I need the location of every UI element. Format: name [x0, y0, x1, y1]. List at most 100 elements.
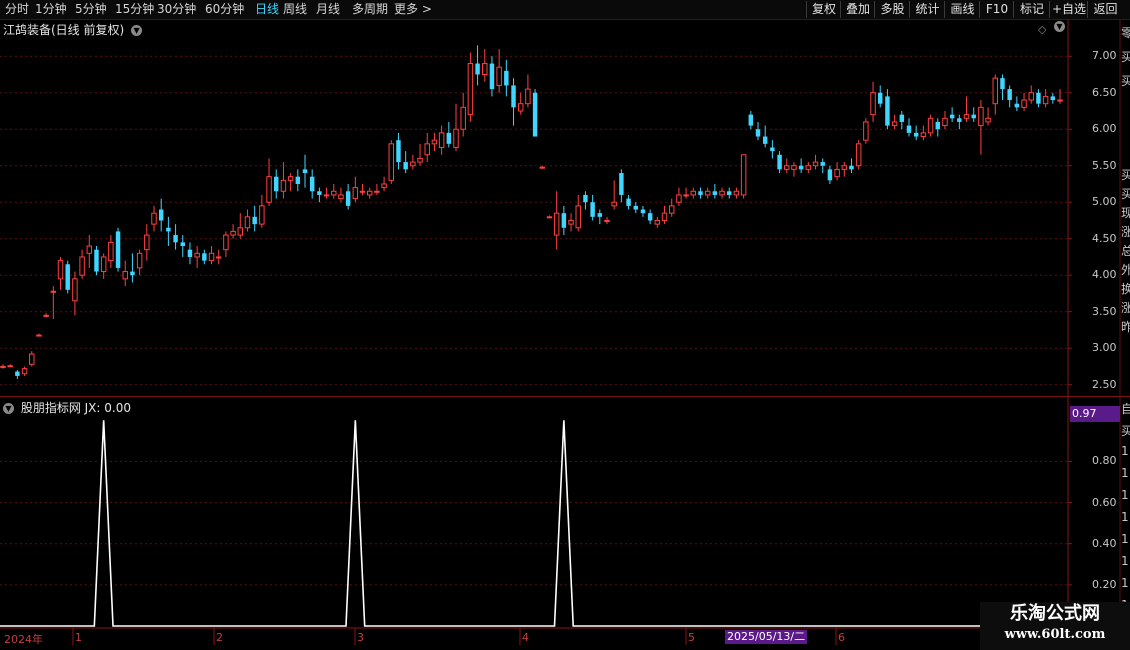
candle-92: [661, 205, 668, 225]
indicator-y-label-1: 0.60: [1092, 495, 1117, 509]
candle-30: [215, 249, 222, 265]
candle-body-19: [136, 252, 143, 269]
main-y-label-0: 7.00: [1092, 49, 1117, 63]
candle-body-95: [683, 194, 689, 197]
candle-113: [812, 154, 819, 170]
candle-12: [86, 235, 93, 268]
candle-28: [202, 249, 207, 265]
candle-body-100: [719, 190, 725, 196]
main-strip-char-7: 总: [1121, 244, 1130, 258]
candle-body-131: [942, 117, 948, 127]
candle-body-119: [855, 143, 862, 167]
candle-body-44: [317, 191, 322, 195]
candle-74: [532, 89, 538, 137]
candle-body-139: [1000, 78, 1005, 90]
candle-body-53: [381, 183, 387, 189]
candle-23: [166, 216, 171, 247]
candle-130: [935, 118, 940, 137]
main-y-label-5: 4.50: [1092, 231, 1117, 245]
main-strip-char-11: 昨: [1121, 320, 1130, 334]
candle-body-63: [453, 128, 459, 148]
candle-body-106: [762, 136, 768, 144]
candle-body-111: [798, 165, 804, 170]
candle-45: [323, 187, 330, 199]
candle-body-33: [237, 227, 244, 236]
chevron-down-icon[interactable]: ▼: [131, 25, 143, 36]
candle-body-90: [647, 213, 653, 221]
candle-body-103: [740, 154, 747, 196]
chart-canvas: [0, 20, 1130, 650]
candle-body-137: [985, 117, 991, 123]
candle-110: [791, 162, 797, 177]
candle-body-76: [546, 216, 553, 219]
candle-body-27: [194, 252, 200, 258]
candle-139: [1000, 74, 1005, 101]
collapse-icon[interactable]: ▼: [1054, 21, 1065, 32]
main-strip-char-10: 涨: [1121, 301, 1130, 315]
candle-body-42: [302, 169, 308, 174]
candle-body-147: [1057, 99, 1063, 102]
candle-128: [920, 125, 927, 141]
candle-93: [668, 198, 675, 217]
candle-body-32: [230, 230, 236, 236]
candle-body-25: [180, 242, 185, 247]
candle-29: [208, 246, 215, 265]
candle-90: [647, 209, 653, 225]
main-strip-char-2: 买: [1121, 74, 1130, 88]
candle-123: [885, 89, 890, 130]
main-y-label-2: 6.00: [1092, 122, 1117, 136]
diamond-icon[interactable]: ◇: [1038, 23, 1046, 36]
candle-115: [827, 165, 833, 184]
candle-40: [287, 173, 294, 192]
candle-1: [7, 364, 13, 368]
candle-140: [1007, 85, 1012, 108]
candle-body-20: [144, 234, 150, 251]
candle-body-35: [252, 216, 257, 225]
candle-body-78: [561, 213, 567, 228]
indicator-grid: [0, 460, 1068, 586]
candle-18: [130, 253, 135, 283]
candle-96: [690, 187, 697, 199]
candle-98: [704, 187, 711, 199]
candle-body-134: [963, 114, 970, 119]
candle-body-130: [935, 121, 940, 130]
candle-body-96: [690, 190, 697, 196]
candle-body-39: [280, 179, 287, 192]
candle-body-140: [1007, 89, 1012, 101]
candle-body-26: [187, 249, 193, 257]
candle-116: [834, 162, 840, 181]
candle-31: [223, 231, 229, 257]
candle-body-67: [482, 63, 488, 75]
candle-112: [805, 162, 812, 174]
main-strip-char-3: 买: [1121, 168, 1130, 182]
main-strip-char-8: 外: [1121, 263, 1130, 277]
candle-44: [317, 187, 322, 203]
candle-104: [748, 110, 754, 130]
candle-body-41: [295, 176, 301, 184]
candle-48: [345, 183, 351, 210]
candle-body-116: [834, 168, 840, 178]
main-y-label-7: 3.50: [1092, 304, 1117, 318]
candle-body-80: [575, 205, 581, 229]
candle-body-145: [1042, 95, 1049, 105]
candle-body-123: [885, 96, 890, 126]
candle-body-1: [7, 365, 13, 368]
candle-8: [57, 256, 64, 290]
candle-body-74: [532, 92, 538, 137]
candle-body-127: [913, 132, 919, 137]
candle-35: [252, 205, 257, 232]
candle-3: [21, 366, 28, 376]
indicator-y-label-0: 0.80: [1092, 454, 1117, 468]
candle-69: [496, 48, 502, 93]
candle-89: [640, 205, 646, 217]
indicator-menu-icon[interactable]: ▼: [3, 403, 14, 414]
candle-95: [683, 187, 689, 199]
candle-83: [597, 209, 603, 225]
candle-body-40: [287, 176, 294, 181]
candle-body-71: [511, 85, 516, 108]
candle-56: [403, 151, 408, 174]
candle-body-55: [396, 140, 401, 163]
indicator-title: 股朋指标网 JX: 0.00: [20, 401, 131, 415]
candle-body-22: [158, 209, 164, 221]
candle-84: [604, 216, 610, 225]
